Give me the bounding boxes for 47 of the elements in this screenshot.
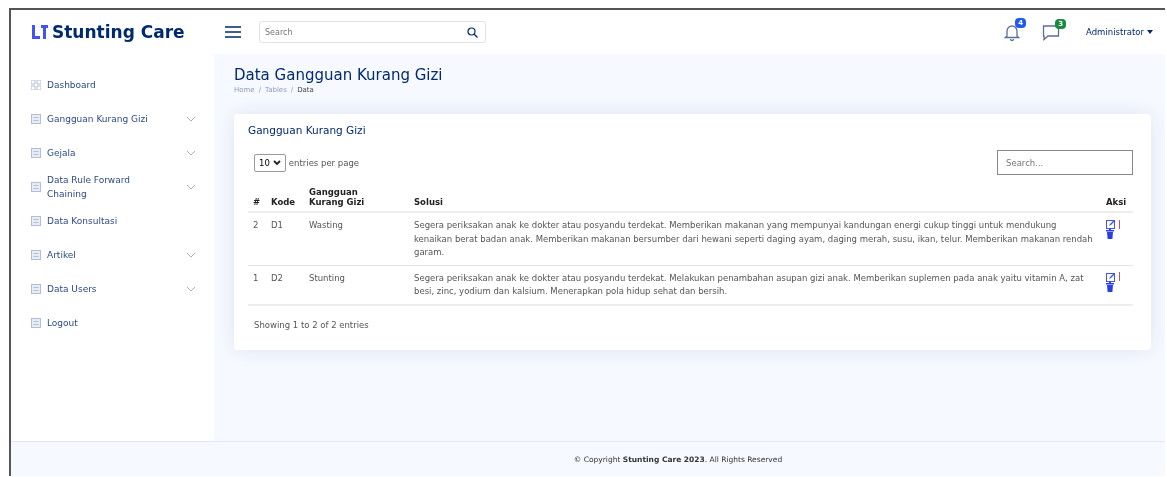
table-cell: D1 [271,220,283,230]
column-header[interactable]: Kode [271,197,299,207]
edit-icon[interactable] [1106,271,1116,282]
table-cell: Segera periksakan anak ke dokter atau posyandu terdekat. Melakukan penambahan asupan gizi anak. Memberikan suplemen pada anak yaitu vitamin A, zat besi, zinc, yodium dan kalsium. Menerapkan pola hidup sehat dan bersih. [414,272,1084,297]
sidebar-item[interactable]: Data Users [31,272,214,306]
logo-icon [31,24,49,40]
menu-item-icon [31,114,41,124]
table-cell: Segera periksakan anak ke dokter atau posyandu terdekat. Memberikan makanan yang mempunyai kandungan energi cukup tinggi untuk mendukung kenaikan berat badan anak. Memberikan makanan bersumber dari hewani seperti daging ayam, daging merah, susu, ikan, telur. Memberikan makanan rendah garam. [414,220,1093,258]
sidebar-item[interactable]: Artikel [31,238,214,272]
brand-name: Stunting Care [52,22,185,42]
trash-icon[interactable] [1106,281,1114,292]
edit-icon[interactable] [1106,219,1116,229]
caret-icon [272,159,281,166]
column-header[interactable]: Aksi [1106,197,1128,207]
bell-icon[interactable] [1004,23,1021,41]
table-search-field[interactable]: Search... [997,150,1133,175]
table-cell: D2 [271,272,283,283]
menu-item-icon [31,284,41,294]
sidebar-item[interactable]: Data Rule Forward Chaining [31,170,214,204]
table-cell: Stunting [309,272,345,283]
sidebar-item[interactable]: Dashboard [31,68,214,102]
table-cell: 1 [253,272,259,283]
menu-item-icon [31,250,41,260]
per-page-select[interactable]: 10 [254,153,286,172]
search-field[interactable]: Search [259,21,486,43]
menu-item-icon [31,80,41,90]
menu-icon[interactable] [225,26,241,38]
menu-item-icon [31,216,41,226]
page-title: Data Gangguan Kurang Gizi [234,66,444,84]
menu-item-icon [31,148,41,158]
menu-item-icon [31,318,41,328]
menu-item-icon [31,182,41,192]
sidebar-item[interactable]: Data Konsultasi [31,204,214,238]
table-cell: Wasting [309,220,343,230]
trash-icon[interactable] [1106,229,1114,239]
table-cell: 2 [253,220,259,230]
card-title: Gangguan Kurang Gizi [248,124,367,136]
column-header[interactable]: # [253,197,261,207]
sidebar-item[interactable]: Logout [31,306,214,340]
per-page-label: entries per page [288,157,360,168]
column-header[interactable]: Gangguan Kurang Gizi [309,187,391,207]
sidebar-item[interactable]: Gangguan Kurang Gizi [31,102,214,136]
caret-icon [1147,30,1153,34]
column-header[interactable]: Solusi [414,197,1096,207]
entries-info: Showing 1 to 2 of 2 entries [254,319,370,330]
user-menu[interactable]: Administrator [1082,27,1157,37]
sidebar-item[interactable]: Gejala [31,136,214,170]
